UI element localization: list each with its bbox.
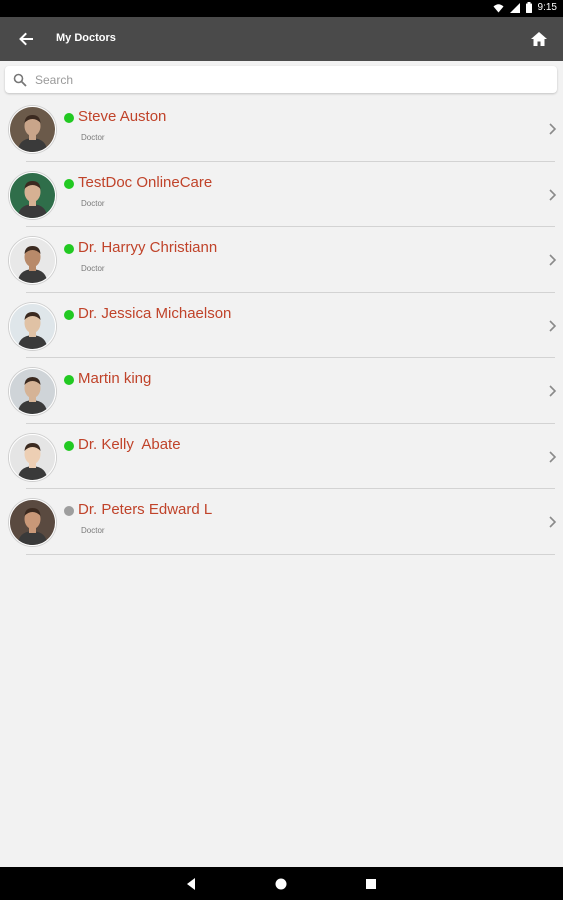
home-icon[interactable] (529, 29, 549, 49)
doctor-role: Doctor (81, 264, 105, 273)
chevron-right-icon (549, 516, 557, 528)
status-dot (64, 113, 74, 123)
status-dot (64, 375, 74, 385)
chevron-right-icon (549, 450, 557, 463)
content-area: Steve Auston Doctor TestDoc OnlineCare D… (0, 61, 563, 867)
doctor-role: Doctor (81, 526, 105, 535)
search-icon (13, 73, 27, 87)
chevron-right-icon (549, 254, 557, 266)
row-divider (26, 553, 555, 555)
search-bar[interactable] (5, 66, 557, 93)
doctor-name: Dr. Jessica Michaelson (78, 304, 232, 322)
doctor-name: Dr. Peters Edward L (78, 501, 213, 518)
doctor-avatar (9, 237, 56, 284)
doctor-list-item[interactable]: Dr. Harryy Christiann Doctor (0, 227, 563, 293)
status-dot (64, 309, 74, 320)
doctor-role: Doctor (81, 198, 105, 208)
doctor-list-item[interactable]: Dr. Kelly Abate (0, 424, 563, 489)
status-dot (64, 440, 74, 451)
doctor-list-item[interactable]: Dr. Jessica Michaelson (0, 293, 563, 358)
navigation-bar (0, 867, 563, 900)
status-dot (64, 506, 74, 516)
doctor-avatar (9, 368, 56, 415)
doctor-list-item[interactable]: Dr. Peters Edward L Doctor (0, 489, 563, 555)
status-dot (64, 244, 74, 254)
chevron-right-icon (549, 188, 557, 201)
doctor-avatar (9, 433, 56, 481)
status-dot (64, 178, 74, 189)
doctor-role: Doctor (81, 133, 105, 142)
doctor-name: Dr. Harryy Christiann (78, 239, 218, 256)
status-time: 9:15 (537, 2, 557, 13)
doctor-avatar (9, 171, 56, 219)
back-arrow-icon[interactable] (16, 29, 36, 49)
app-bar: My Doctors (0, 17, 563, 61)
doctor-name: TestDoc OnlineCare (78, 173, 213, 191)
chevron-right-icon (549, 385, 557, 397)
status-bar: 9:15 (0, 0, 563, 17)
doctor-name: Steve Auston (78, 108, 167, 125)
doctor-list-item[interactable]: TestDoc OnlineCare Doctor (0, 162, 563, 227)
status-icons: 9:15 (493, 2, 557, 13)
chevron-right-icon (549, 123, 557, 135)
page-title: My Doctors (56, 32, 116, 44)
doctor-avatar (9, 302, 56, 350)
wifi-icon (493, 3, 504, 12)
doctor-list-item[interactable]: Steve Auston Doctor (0, 96, 563, 162)
doctor-list-item[interactable]: Martin king (0, 358, 563, 424)
nav-recents-icon[interactable] (364, 877, 378, 891)
nav-back-icon[interactable] (184, 877, 198, 891)
doctor-name: Martin king (78, 370, 152, 387)
chevron-right-icon (549, 319, 557, 332)
doctor-avatar (9, 499, 56, 546)
doctor-list: Steve Auston Doctor TestDoc OnlineCare D… (0, 96, 563, 555)
search-input[interactable] (33, 70, 537, 90)
nav-home-icon[interactable] (274, 877, 288, 891)
doctor-name: Dr. Kelly Abate (78, 435, 181, 453)
doctor-avatar (9, 106, 56, 153)
signal-icon (509, 2, 520, 13)
battery-icon (525, 2, 532, 13)
